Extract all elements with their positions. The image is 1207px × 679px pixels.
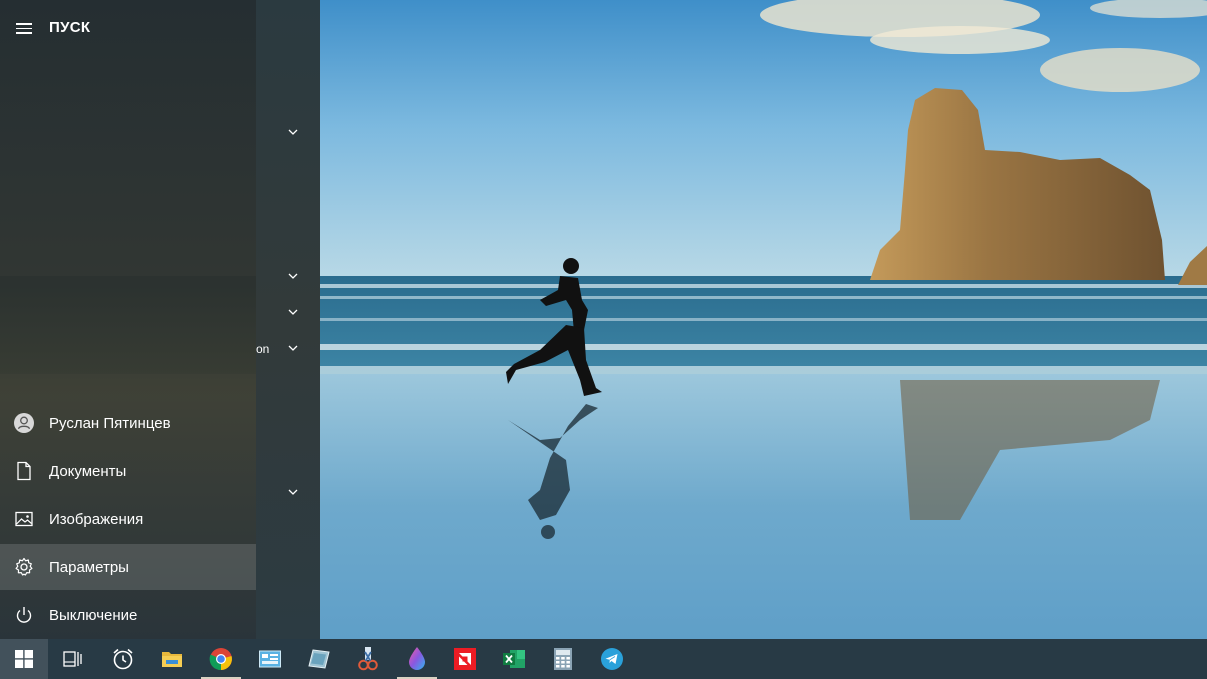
chrome-button[interactable] [197,639,245,679]
chevron-down-icon[interactable] [286,271,300,281]
rail-item-settings[interactable]: Параметры [0,544,256,590]
file-explorer-button[interactable] [148,639,196,679]
power-icon [13,604,35,626]
task-view-button[interactable] [48,639,96,679]
excel-button[interactable] [490,639,538,679]
start-button[interactable] [0,639,48,679]
rail-item-user[interactable]: Руслан Пятинцев [0,400,256,446]
chevron-down-icon[interactable] [286,127,300,137]
chevron-down-icon[interactable] [286,307,300,317]
rail-item-label: Изображения [49,510,144,528]
calculator-icon [554,648,572,670]
user-avatar-icon [13,412,35,434]
calculator-button[interactable] [539,639,587,679]
control-panel-button[interactable] [246,639,294,679]
rail-item-label: Параметры [49,558,129,576]
rail-item-label: Руслан Пятинцев [49,414,171,432]
chrome-icon [209,648,232,671]
snipping-tool-button[interactable] [344,639,392,679]
rail-item-pictures[interactable]: Изображения [0,496,256,542]
telegram-button[interactable] [588,639,636,679]
folder-icon [162,652,182,667]
rail-item-documents[interactable]: Документы [0,448,256,494]
chevron-down-icon[interactable] [286,487,300,497]
chevron-down-icon[interactable] [286,343,300,353]
alarms-clock-button[interactable] [99,639,147,679]
gear-icon [13,556,35,578]
control-panel-icon [259,650,281,668]
rail-item-label: Выключение [49,606,138,624]
pictures-icon [13,508,35,530]
start-menu-rail: ПУСК Руслан Пятинцев Документы Изображен… [0,0,256,639]
task-view-icon [63,651,82,667]
start-app-list [256,0,320,639]
start-menu-title: ПУСК [49,19,91,36]
rail-item-label: Документы [49,462,127,480]
taskbar [0,639,1207,679]
amd-software-button[interactable] [441,639,489,679]
start-menu: ПУСК Руслан Пятинцев Документы Изображен… [0,0,320,639]
telegram-icon [601,648,623,670]
tablet-icon [308,649,330,669]
app-tablet-button[interactable] [295,639,343,679]
color-drop-icon [409,647,425,670]
hamburger-menu-icon[interactable] [14,20,34,36]
excel-icon [503,650,525,668]
paint-drop-button[interactable] [393,639,441,679]
scissors-icon [358,647,378,671]
document-icon [13,460,35,482]
windows-logo-icon [15,650,33,668]
amd-icon [454,648,476,670]
app-list-partial-label[interactable]: on [256,342,269,356]
alarm-clock-icon [113,648,133,670]
rail-item-power[interactable]: Выключение [0,592,256,638]
